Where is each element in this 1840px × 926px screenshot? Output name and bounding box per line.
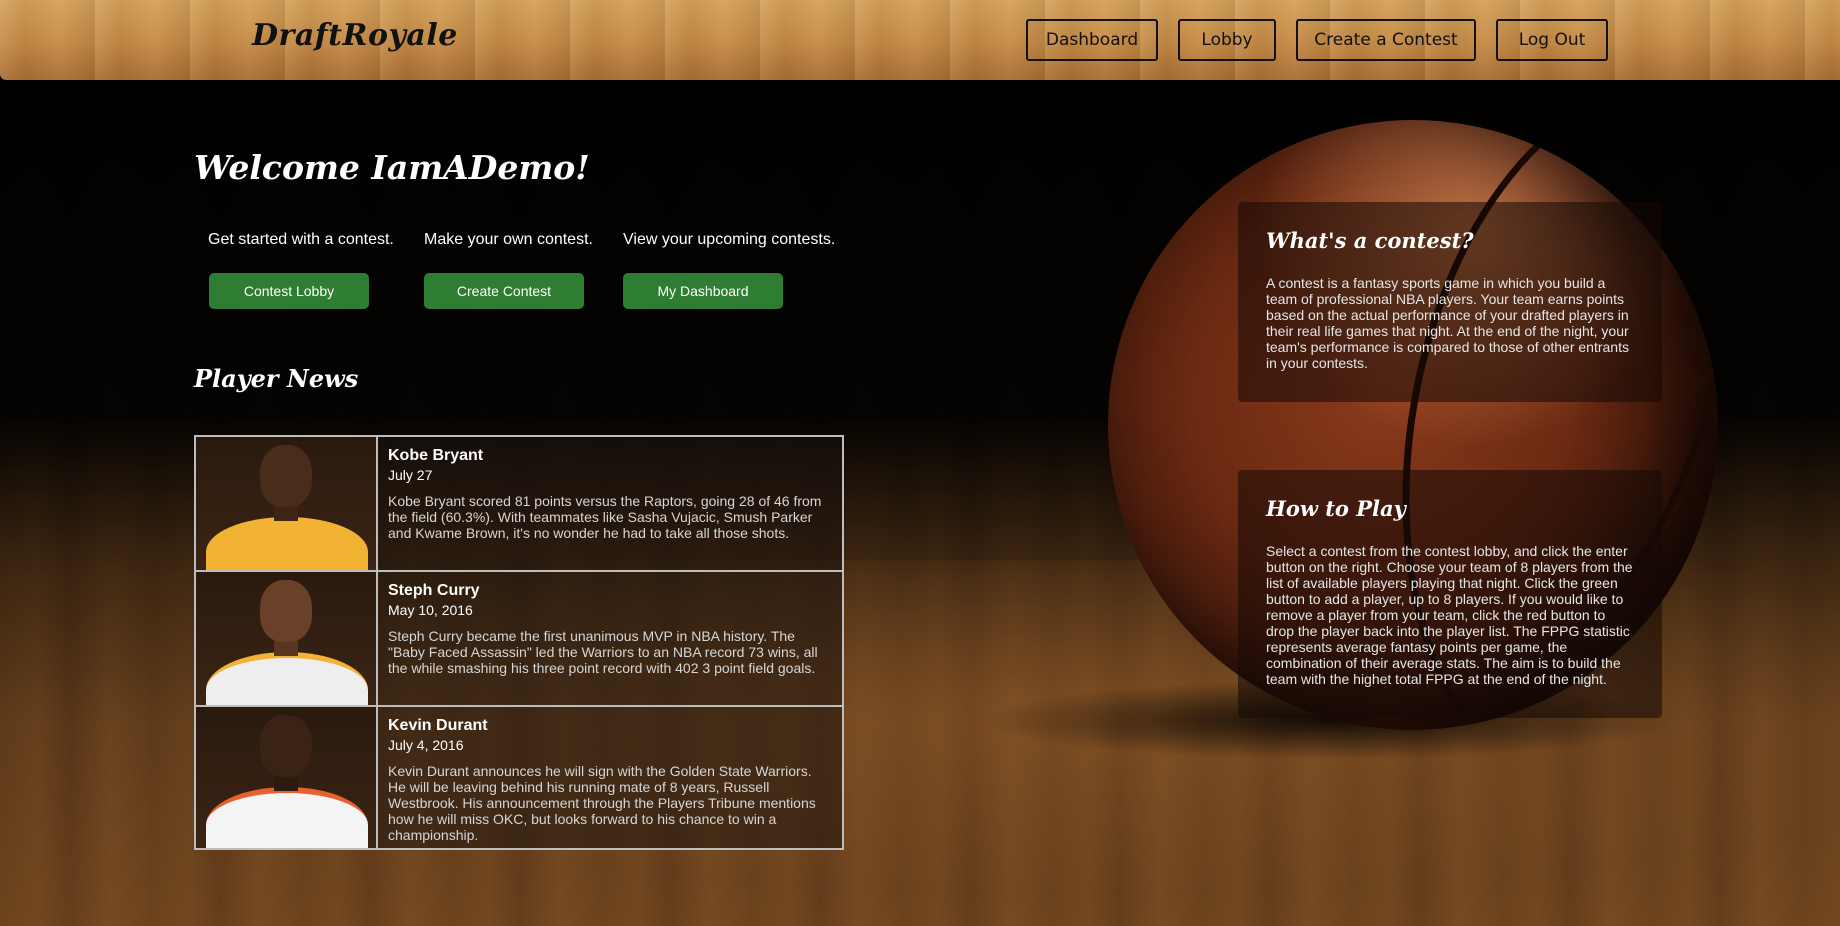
welcome-heading: Welcome IamADemo! (194, 148, 590, 187)
head-shape (260, 445, 312, 507)
nav-dashboard-button[interactable]: Dashboard (1026, 19, 1158, 61)
news-row: Steph Curry May 10, 2016 Steph Curry bec… (196, 572, 842, 707)
nav-logout-button[interactable]: Log Out (1496, 19, 1608, 61)
brand-logo[interactable]: DraftRoyale (252, 18, 458, 53)
jersey-shape (206, 517, 368, 570)
news-row: Kobe Bryant July 27 Kobe Bryant scored 8… (196, 437, 842, 572)
news-body: Kobe Bryant July 27 Kobe Bryant scored 8… (378, 437, 842, 570)
news-row: Kevin Durant July 4, 2016 Kevin Durant a… (196, 707, 842, 848)
news-player-name: Kevin Durant (388, 717, 488, 734)
panel-title: What's a contest? (1266, 228, 1474, 253)
news-player-name: Steph Curry (388, 582, 480, 599)
panel-text: Select a contest from the contest lobby,… (1266, 543, 1633, 687)
top-header: DraftRoyale Dashboard Lobby Create a Con… (0, 0, 1840, 80)
panel-title: How to Play (1266, 496, 1406, 521)
jersey-shape (206, 787, 368, 848)
player-photo-curry (196, 572, 378, 705)
whats-a-contest-panel: What's a contest? A contest is a fantasy… (1238, 202, 1662, 402)
jersey-shape (206, 652, 368, 705)
panel-text: A contest is a fantasy sports game in wh… (1266, 275, 1629, 371)
cta-text-lobby: Get started with a contest. (208, 231, 394, 248)
news-body: Kevin Durant July 4, 2016 Kevin Durant a… (378, 707, 842, 848)
my-dashboard-button[interactable]: My Dashboard (623, 273, 783, 309)
player-photo-kobe (196, 437, 378, 570)
how-to-play-panel: How to Play Select a contest from the co… (1238, 470, 1662, 718)
news-text: Steph Curry became the first unanimous M… (388, 628, 818, 676)
head-shape (260, 580, 312, 642)
cta-text-create: Make your own contest. (424, 231, 593, 248)
nav-lobby-button[interactable]: Lobby (1178, 19, 1276, 61)
news-text: Kobe Bryant scored 81 points versus the … (388, 493, 822, 541)
head-shape (260, 715, 312, 777)
news-player-name: Kobe Bryant (388, 447, 484, 464)
player-news-table: Kobe Bryant July 27 Kobe Bryant scored 8… (194, 435, 844, 850)
cta-text-dashboard: View your upcoming contests. (623, 231, 836, 248)
contest-lobby-button[interactable]: Contest Lobby (209, 273, 369, 309)
player-photo-durant (196, 707, 378, 848)
player-news-heading: Player News (194, 364, 359, 393)
news-body: Steph Curry May 10, 2016 Steph Curry bec… (378, 572, 842, 705)
news-date: May 10, 2016 (388, 602, 473, 618)
create-contest-button[interactable]: Create Contest (424, 273, 584, 309)
nav-create-contest-button[interactable]: Create a Contest (1296, 19, 1476, 61)
news-date: July 27 (388, 467, 433, 483)
news-text: Kevin Durant announces he will sign with… (388, 763, 816, 843)
news-date: July 4, 2016 (388, 737, 464, 753)
